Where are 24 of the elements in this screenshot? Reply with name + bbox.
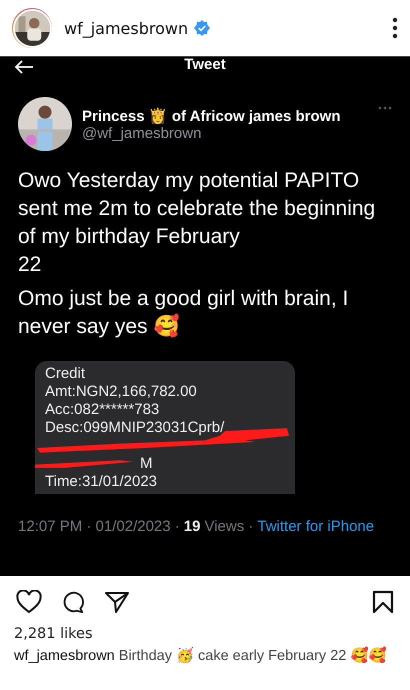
sms-line: Credit [45,365,86,383]
sms-line: M [139,455,154,473]
author-name[interactable]: Princess 👸 of Africow james brown [82,106,341,124]
caption-text: wf_jamesbrown Birthday 🥳 cake early February 22 🥰🥰 [14,646,388,666]
tweet-text: Omo just be a good girl with brain, I never say yes 🥰 [18,286,350,340]
caption-username[interactable]: wf_jamesbrown [14,648,115,664]
back-arrow-icon[interactable] [14,60,34,74]
like-heart-icon[interactable] [16,590,42,614]
likes-count[interactable]: 2,281 likes [0,614,410,642]
screen-title: Tweet [184,57,226,73]
sms-line: Acc:082******783 [45,401,160,419]
sms-line: Amt:NGN2,166,782.00 [45,383,198,401]
author-handle[interactable]: @wf_jamesbrown [82,124,341,142]
send-icon[interactable] [104,590,130,614]
source-link[interactable]: Twitter for iPhone [257,518,374,535]
tweet-text: Owo Yesterday my potential PAPITO sent me 2m to celebrate the beginning of my birthday February 22 [18,168,376,278]
sms-line: Time:31/01/2023 [45,473,158,491]
sms-line: Desc:099MNIP23031Cprb/ [45,419,226,437]
more-options-icon[interactable] [392,17,398,39]
views-label: Views · [204,518,254,535]
views-count: 19 [184,518,200,535]
username[interactable]: wf_jamesbrown [64,18,188,38]
bookmark-icon[interactable] [372,590,394,614]
tweet-timestamp: 12:07 PM · 01/02/2023 · [18,518,180,535]
